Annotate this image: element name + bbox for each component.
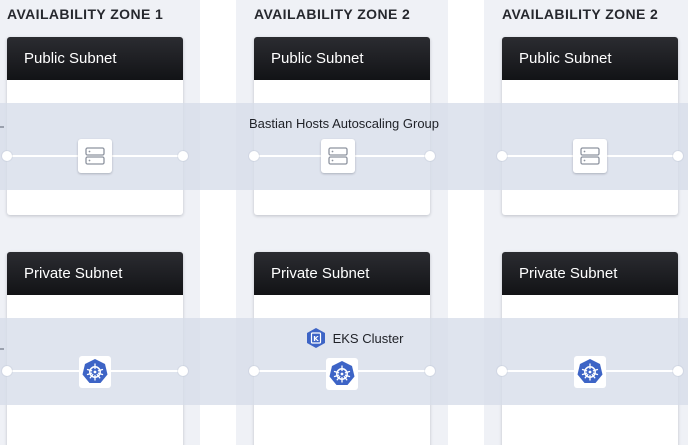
kubernetes-icon[interactable]	[574, 356, 606, 388]
public-subnet-title: Public Subnet	[502, 37, 678, 80]
connector-endpoint	[497, 151, 507, 161]
connector-tick	[0, 126, 4, 128]
bastian-host-zone-3[interactable]	[573, 139, 607, 173]
connector-endpoint	[178, 366, 188, 376]
bastian-host-zone-1[interactable]	[78, 139, 112, 173]
connector-endpoint	[2, 366, 12, 376]
bastian-host-zone-2[interactable]	[321, 139, 355, 173]
server-icon	[85, 147, 105, 165]
connector-endpoint	[178, 151, 188, 161]
connector-endpoint	[249, 151, 259, 161]
private-subnet-title: Private Subnet	[254, 252, 430, 295]
private-subnet-title: Private Subnet	[502, 252, 678, 295]
connector-endpoint	[2, 151, 12, 161]
server-icon	[328, 147, 348, 165]
eks-cluster-label: EKS Cluster	[332, 330, 404, 346]
bastian-group-label: Bastian Hosts Autoscaling Group	[248, 116, 440, 131]
connector-tick	[0, 348, 4, 350]
availability-zone-title-2: AVAILABILITY ZONE 2	[254, 6, 411, 22]
server-icon	[580, 147, 600, 165]
connector-endpoint	[673, 151, 683, 161]
eks-cluster-label-row: K EKS Cluster	[0, 327, 688, 349]
kubernetes-icon[interactable]	[326, 358, 358, 390]
connector-endpoint	[425, 366, 435, 376]
connector-endpoint	[673, 366, 683, 376]
kubernetes-icon[interactable]	[79, 356, 111, 388]
private-subnet-title: Private Subnet	[7, 252, 183, 295]
availability-zone-title-3: AVAILABILITY ZONE 2	[502, 6, 659, 22]
public-subnet-title: Public Subnet	[254, 37, 430, 80]
connector-endpoint	[249, 366, 259, 376]
connector-endpoint	[425, 151, 435, 161]
connector-endpoint	[497, 366, 507, 376]
eks-icon: K	[306, 328, 325, 348]
availability-zone-title-1: AVAILABILITY ZONE 1	[7, 6, 164, 22]
public-subnet-title: Public Subnet	[7, 37, 183, 80]
svg-text:K: K	[313, 335, 319, 343]
